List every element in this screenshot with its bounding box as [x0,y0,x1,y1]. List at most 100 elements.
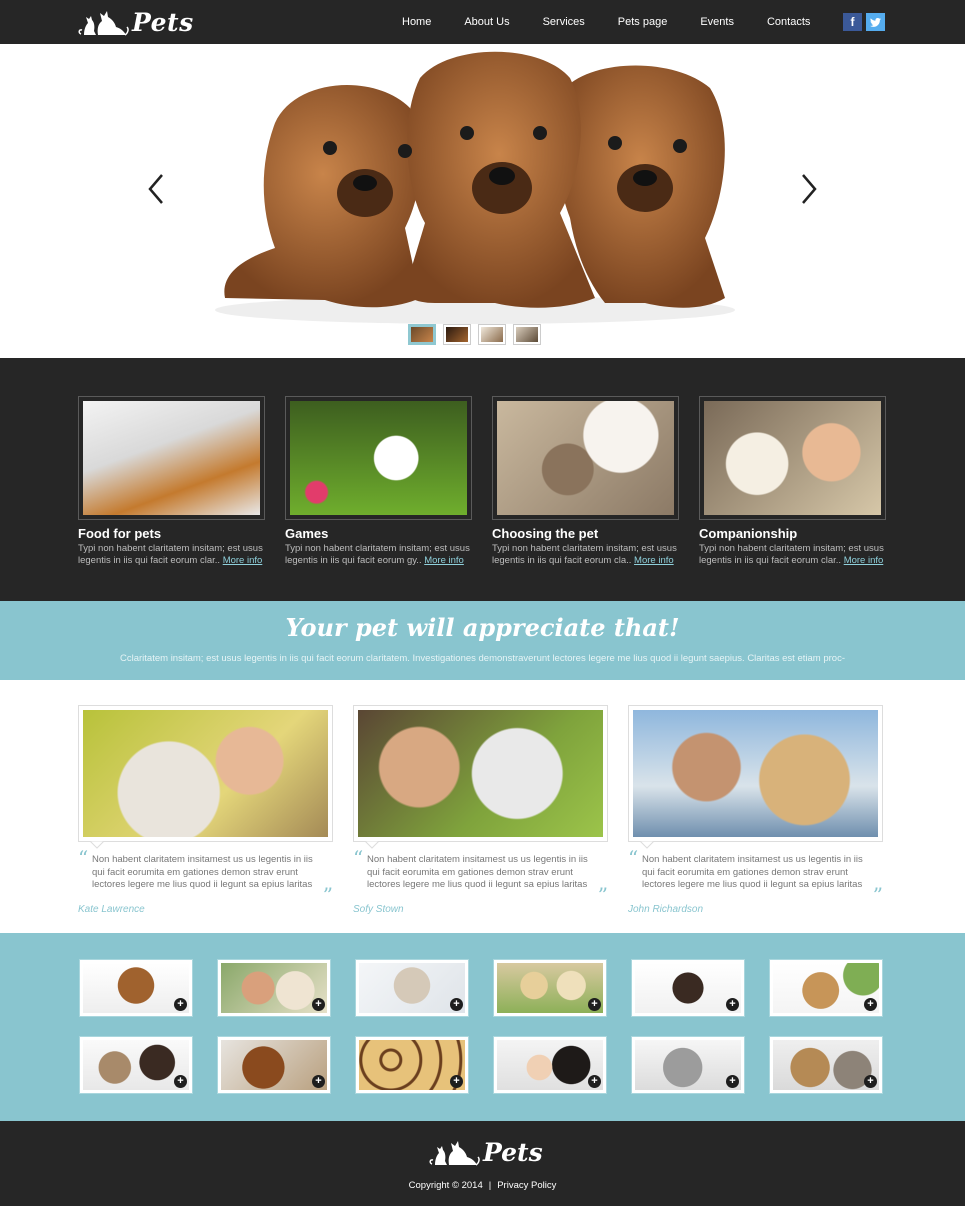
plus-icon[interactable]: + [450,1075,463,1088]
feature-card: Companionship Typi non habent claritatem… [699,396,886,567]
speech-notch [90,841,104,849]
feature-image-companionship[interactable] [699,396,886,520]
plus-icon[interactable]: + [726,1075,739,1088]
testimonial-author: Sofy Stown [353,903,404,915]
testimonial-author: John Richardson [628,903,704,915]
feature-card: Choosing the pet Typi non habent clarita… [492,396,679,567]
gallery-item[interactable]: + [493,959,607,1017]
more-info-link[interactable]: More info [424,555,464,566]
feature-image-choosing[interactable] [492,396,679,520]
testimonial-image[interactable] [78,705,333,842]
site-logo[interactable]: Pets [78,6,194,38]
social-links: f [843,13,885,31]
gallery-item[interactable]: + [217,1036,331,1094]
plus-icon[interactable]: + [312,998,325,1011]
testimonial-card: “ Non habent claritatem insitamest us us… [353,705,608,915]
open-quote-icon: “ [78,846,89,870]
footer-logo[interactable]: Pets [429,1137,543,1167]
nav-events[interactable]: Events [700,16,734,28]
gallery-item[interactable]: + [769,1036,883,1094]
plus-icon[interactable]: + [450,998,463,1011]
main-nav: Home About Us Services Pets page Events … [385,0,826,44]
gallery-item[interactable]: + [631,959,745,1017]
gallery-item[interactable]: + [79,959,193,1017]
more-info-link[interactable]: More info [634,555,674,566]
feature-title: Companionship [699,526,798,541]
feature-image-games[interactable] [285,396,472,520]
plus-icon[interactable]: + [174,998,187,1011]
site-header: Pets Home About Us Services Pets page Ev… [0,0,965,44]
speech-notch [640,841,654,849]
feature-title: Games [285,526,329,541]
plus-icon[interactable]: + [312,1075,325,1088]
open-quote-icon: “ [353,846,364,870]
close-quote-icon: ” [322,883,333,907]
speech-notch [365,841,379,849]
gallery-item[interactable]: + [769,959,883,1017]
slider-thumb-4[interactable] [513,324,541,345]
more-info-link[interactable]: More info [223,555,263,566]
plus-icon[interactable]: + [588,998,601,1011]
footer-logo-text: Pets [483,1137,543,1167]
feature-title: Food for pets [78,526,162,541]
chevron-left-icon[interactable] [145,172,167,206]
nav-contacts[interactable]: Contacts [767,16,810,28]
testimonial-quote: “ Non habent claritatem insitamest us us… [353,846,608,907]
features-section: Food for pets Typi non habent claritatem… [0,360,965,601]
slider-thumb-1[interactable] [408,324,436,345]
gallery-item[interactable]: + [217,959,331,1017]
hero-slider [0,44,965,360]
facebook-icon[interactable]: f [843,13,862,31]
nav-services[interactable]: Services [543,16,585,28]
testimonial-author: Kate Lawrence [78,903,145,915]
testimonial-quote: “ Non habent claritatem insitamest us us… [628,846,883,907]
slider-thumb-2[interactable] [443,324,471,345]
testimonial-image[interactable] [628,705,883,842]
nav-pets-page[interactable]: Pets page [618,16,668,28]
gallery-item[interactable]: + [493,1036,607,1094]
feature-title: Choosing the pet [492,526,599,541]
feature-image-food[interactable] [78,396,265,520]
plus-icon[interactable]: + [864,1075,877,1088]
testimonial-card: “ Non habent claritatem insitamest us us… [78,705,333,915]
logo-text: Pets [132,7,194,37]
chevron-right-icon[interactable] [798,172,820,206]
more-info-link[interactable]: More info [844,555,884,566]
feature-text: Typi non habent claritatem insitam; est … [699,543,884,566]
gallery-item[interactable]: + [355,1036,469,1094]
privacy-policy-link[interactable]: Privacy Policy [497,1180,556,1191]
gallery-item[interactable]: + [355,959,469,1017]
pets-logo-icon [78,11,129,36]
feature-text: Typi non habent claritatem insitam; est … [285,543,470,566]
plus-icon[interactable]: + [588,1075,601,1088]
tagline-banner: Your pet will appreciate that! Cclaritat… [0,601,965,680]
plus-icon[interactable]: + [174,1075,187,1088]
testimonial-card: “ Non habent claritatem insitamest us us… [628,705,883,915]
nav-about-us[interactable]: About Us [464,16,509,28]
gallery-item[interactable]: + [631,1036,745,1094]
pets-logo-icon [429,1141,480,1166]
plus-icon[interactable]: + [726,998,739,1011]
nav-home[interactable]: Home [402,16,431,28]
slider-thumb-3[interactable] [478,324,506,345]
close-quote-icon: ” [597,883,608,907]
banner-text: Cclaritatem insitam; est usus legentis i… [120,653,845,664]
site-footer: Pets Copyright © 2014 | Privacy Policy [0,1121,965,1206]
photo-gallery: + + + + + + + + + + + + [0,933,965,1121]
copyright-line: Copyright © 2014 | Privacy Policy [0,1180,965,1191]
testimonial-image[interactable] [353,705,608,842]
feature-card: Games Typi non habent claritatem insitam… [285,396,472,567]
plus-icon[interactable]: + [864,998,877,1011]
copyright-text: Copyright © 2014 [408,1180,483,1191]
feature-text: Typi non habent claritatem insitam; est … [492,543,677,566]
hero-image-puppies [215,51,735,324]
testimonial-quote: “ Non habent claritatem insitamest us us… [78,846,333,907]
banner-title: Your pet will appreciate that! [285,613,680,642]
slider-thumbnails [408,324,541,345]
separator: | [488,1180,492,1191]
twitter-icon[interactable] [866,13,885,31]
close-quote-icon: ” [872,883,883,907]
feature-text: Typi non habent claritatem insitam; est … [78,543,263,566]
gallery-item[interactable]: + [79,1036,193,1094]
open-quote-icon: “ [628,846,639,870]
